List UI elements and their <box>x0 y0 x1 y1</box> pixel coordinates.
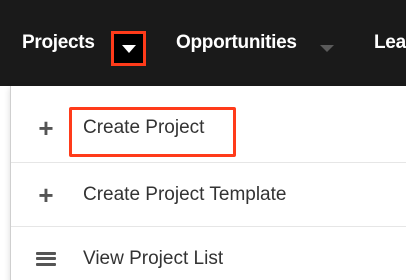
top-navbar: Projects Opportunities Lea <box>0 0 406 86</box>
nav-projects-label: Projects <box>22 32 95 53</box>
list-icon <box>36 249 56 269</box>
opportunities-chevron-down-icon[interactable] <box>320 45 334 52</box>
menu-item-create-project-template[interactable]: + Create Project Template <box>11 162 406 226</box>
nav-projects-tab[interactable]: Projects <box>22 0 95 86</box>
menu-item-label: Create Project Template <box>83 183 287 205</box>
menu-item-label: View Project List <box>83 247 224 269</box>
chevron-down-icon <box>121 44 136 53</box>
plus-icon: + <box>38 179 54 210</box>
menu-item-view-project-list[interactable]: View Project List <box>11 226 406 280</box>
projects-dropdown-menu: + Create Project + Create Project Templa… <box>10 86 406 280</box>
projects-dropdown-toggle[interactable] <box>111 31 146 66</box>
menu-item-label: Create Project <box>83 117 205 138</box>
plus-icon: + <box>38 113 54 143</box>
nav-opportunities-label: Opportunities <box>176 32 297 53</box>
menu-item-create-project[interactable]: + Create Project <box>11 96 406 160</box>
nav-leads-label: Lea <box>374 32 406 53</box>
nav-opportunities-tab[interactable]: Opportunities <box>176 0 297 86</box>
nav-leads-tab[interactable]: Lea <box>374 0 406 86</box>
